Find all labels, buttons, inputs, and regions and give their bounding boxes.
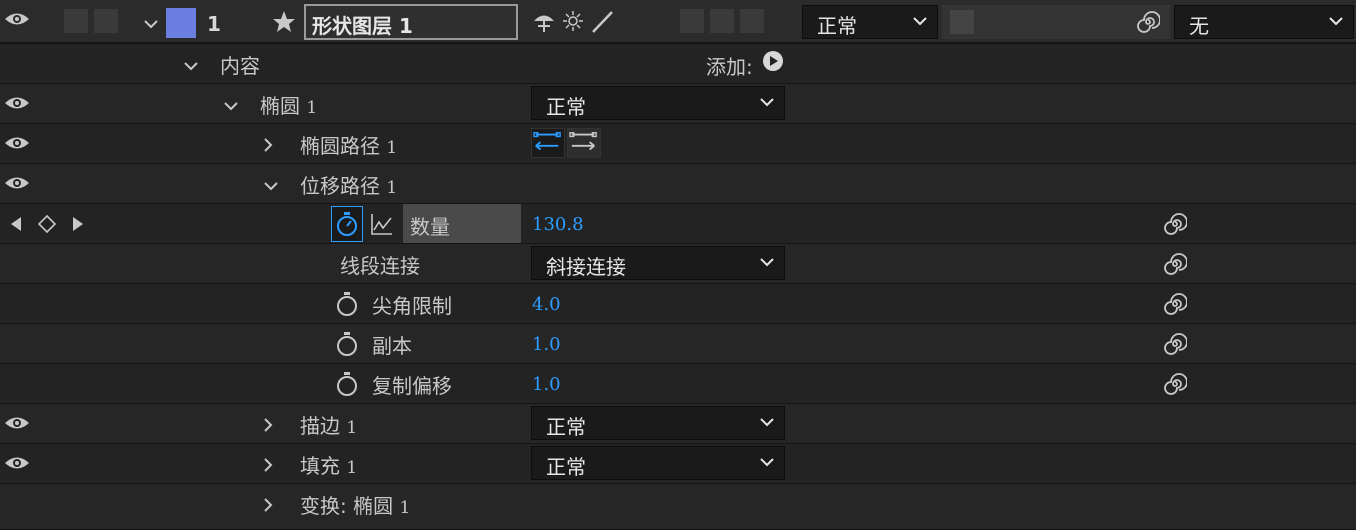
eye-icon[interactable] [4,414,30,432]
track-matte-dropdown[interactable]: 无 [1174,5,1354,39]
ellipse-mode-value: 正常 [546,95,586,119]
chevron-down-icon [760,258,774,267]
parent-field[interactable] [942,5,1170,39]
motion-blur-toggle[interactable] [710,9,734,33]
copy-offset-row[interactable]: 复制偏移 1.0 [0,364,1356,404]
chevron-down-icon[interactable] [263,178,279,194]
stroke-mode-value: 正常 [546,415,586,439]
stopwatch-active-button[interactable] [331,206,363,242]
amount-label-highlight[interactable]: 数量 [403,204,521,243]
chevron-right-icon[interactable] [260,417,276,433]
chevron-down-icon [760,418,774,427]
expression-spiral-icon[interactable] [1163,212,1187,236]
track-matte-value: 无 [1189,14,1209,38]
eye-icon[interactable] [4,174,30,192]
graph-icon[interactable] [370,212,394,236]
layer-name-field[interactable]: 形状图层 1 [304,4,518,40]
chevron-down-icon[interactable] [183,58,199,74]
stopwatch-icon[interactable] [335,331,359,357]
next-keyframe-icon[interactable] [70,215,86,233]
chevron-down-icon [760,98,774,107]
quality-slash-icon[interactable] [590,10,614,34]
transform-label: 变换: 椭圆 1 [300,494,411,518]
miter-limit-value[interactable]: 4.0 [532,294,561,315]
layer-number: 1 [207,12,221,36]
expression-spiral-icon[interactable] [1136,10,1160,34]
fill-row[interactable]: 填充 1 正常 [0,444,1356,484]
transform-row[interactable]: 变换: 椭圆 1 [0,484,1356,530]
stopwatch-icon[interactable] [335,291,359,317]
copy-offset-value[interactable]: 1.0 [532,374,561,395]
expression-spiral-icon[interactable] [1163,292,1187,316]
chevron-right-icon[interactable] [260,497,276,513]
arrow-left-icon [533,132,561,151]
eye-icon[interactable] [4,134,30,152]
stroke-label: 描边 1 [300,414,358,438]
chevron-down-icon [760,458,774,467]
expression-spiral-icon[interactable] [1163,252,1187,276]
chevron-down-icon[interactable] [223,98,239,114]
stroke-row[interactable]: 描边 1 正常 [0,404,1356,444]
ellipse-group-row[interactable]: 椭圆 1 正常 [0,84,1356,124]
layer-name: 形状图层 1 [312,14,413,38]
path-direction-forward-button[interactable] [567,128,601,158]
shy-icon[interactable] [532,10,556,34]
line-join-value: 斜接连接 [546,255,626,279]
play-circle-icon[interactable] [762,50,784,72]
amount-label: 数量 [410,215,450,239]
chevron-down-icon [1329,17,1343,26]
line-join-dropdown[interactable]: 斜接连接 [531,246,785,280]
ellipse-path-label: 椭圆路径 1 [300,134,398,158]
audio-toggle[interactable] [64,9,88,33]
line-join-row[interactable]: 线段连接 斜接连接 [0,244,1356,284]
copy-offset-label: 复制偏移 [372,374,452,398]
contents-row[interactable]: 内容 添加: [0,44,1356,84]
ellipse-label: 椭圆 1 [260,94,318,118]
track-matte-toggle[interactable] [950,10,974,34]
miter-limit-label: 尖角限制 [372,294,452,318]
layer-row[interactable]: 1 形状图层 1 正常 无 [0,0,1356,44]
sun-icon[interactable] [562,10,584,32]
layer-mode-dropdown[interactable]: 正常 [802,5,938,39]
star-icon [273,11,295,32]
layer-color-label[interactable] [166,8,196,38]
line-join-label: 线段连接 [340,254,420,278]
fx-toggle[interactable] [680,9,704,33]
expression-spiral-icon[interactable] [1163,372,1187,396]
chevron-right-icon[interactable] [260,457,276,473]
miter-limit-row[interactable]: 尖角限制 4.0 [0,284,1356,324]
chevron-down-icon [913,17,927,26]
timeline-panel: 1 形状图层 1 正常 无 内容 添加: 椭圆 1 正常 椭圆路径 1 位移路径… [0,0,1356,530]
adjustment-toggle[interactable] [740,9,764,33]
layer-mode-value: 正常 [817,14,857,38]
eye-icon[interactable] [4,94,30,112]
amount-row[interactable]: 数量 130.8 [0,204,1356,244]
fill-mode-dropdown[interactable]: 正常 [531,446,785,480]
copies-label: 副本 [372,334,412,358]
chevron-right-icon[interactable] [260,137,276,153]
amount-value[interactable]: 130.8 [532,214,584,235]
offset-paths-label: 位移路径 1 [300,174,398,198]
eye-icon[interactable] [4,454,30,472]
prev-keyframe-icon[interactable] [8,215,24,233]
fill-label: 填充 1 [300,454,358,478]
stopwatch-icon [337,212,357,236]
contents-label: 内容 [220,54,260,78]
solo-toggle[interactable] [94,9,118,33]
add-keyframe-diamond-icon[interactable] [37,214,57,234]
ellipse-path-row[interactable]: 椭圆路径 1 [0,124,1356,164]
path-direction-reverse-button[interactable] [531,128,565,158]
expression-spiral-icon[interactable] [1163,332,1187,356]
fill-mode-value: 正常 [546,455,586,479]
offset-paths-row[interactable]: 位移路径 1 [0,164,1356,204]
add-label: 添加: [706,55,753,79]
eye-icon[interactable] [4,10,30,28]
ellipse-mode-dropdown[interactable]: 正常 [531,86,785,120]
chevron-down-icon[interactable] [143,16,159,32]
copies-row[interactable]: 副本 1.0 [0,324,1356,364]
stroke-mode-dropdown[interactable]: 正常 [531,406,785,440]
stopwatch-icon[interactable] [335,371,359,397]
arrow-right-icon [569,132,597,151]
copies-value[interactable]: 1.0 [532,334,561,355]
